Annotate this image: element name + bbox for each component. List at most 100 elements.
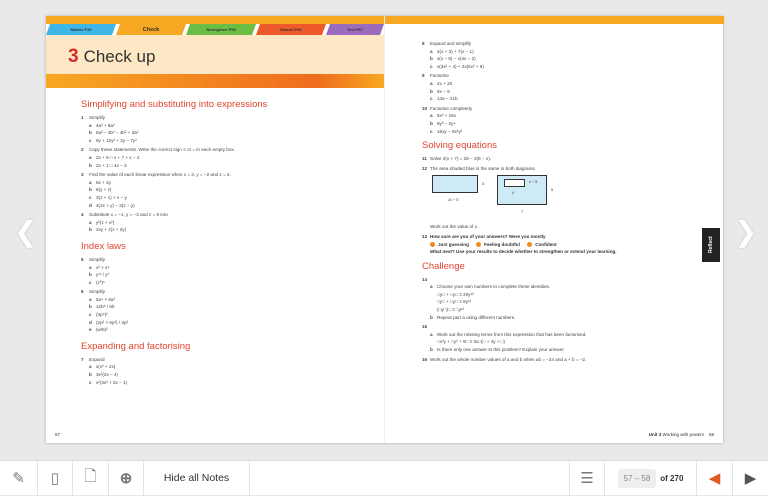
part-text: 4(2z + y) − 3(z − y) bbox=[96, 202, 135, 208]
what-next-text: What next? Use your results to decide wh… bbox=[430, 249, 617, 255]
part-label: c bbox=[430, 63, 433, 69]
q12-instruction: Work out the value of x. bbox=[430, 224, 479, 230]
question-part: b 6(y + z) bbox=[81, 186, 371, 194]
part-label: c bbox=[430, 96, 433, 102]
part-text: Is there only one answer to this problem… bbox=[437, 347, 565, 353]
part-label: b bbox=[89, 227, 92, 233]
page-range-input[interactable]: 57 – 58 bbox=[617, 468, 657, 488]
question-number: 15 bbox=[422, 324, 428, 330]
question-part: d 4(2z + y) − 3(z − y) bbox=[81, 202, 371, 210]
question-part: c x(3x² + 4) + 2x(5x² + 9) bbox=[422, 63, 622, 71]
question-part: b 2xy + z(z + 2y) bbox=[81, 226, 371, 234]
rectangle-1 bbox=[432, 175, 478, 194]
part-text: 5x + 2y bbox=[96, 179, 111, 185]
contents-list-icon[interactable]: ☰ bbox=[569, 460, 605, 496]
question-part: b Is there only one answer to this proble… bbox=[422, 346, 622, 354]
question-part: a 5a⁴ × 6a³ bbox=[81, 296, 371, 304]
question-part: c x²(3x² + 2x − 1) bbox=[81, 379, 371, 387]
question-number: 10 bbox=[422, 105, 428, 111]
part-label: a bbox=[430, 48, 433, 54]
part-label: b bbox=[430, 347, 433, 353]
right-content: 8 Expand and simplify a 4(x + 3) + 7(x − 1)… bbox=[422, 38, 622, 363]
question-part: c (3p⁴)² bbox=[81, 311, 371, 319]
tab-test[interactable]: Test P67 bbox=[326, 24, 384, 35]
part-label: a bbox=[89, 179, 92, 185]
top-strip bbox=[385, 16, 724, 24]
part-text: 6x² + 16x bbox=[437, 113, 457, 119]
part-label: a bbox=[430, 113, 433, 119]
part-label: a bbox=[430, 284, 433, 290]
question-part: a 2x + 5 □ x + 7 + x − 2 bbox=[81, 154, 371, 162]
zoom-in-icon[interactable]: ⊕ bbox=[109, 460, 144, 496]
question-text: Copy these statements. Write the correct… bbox=[89, 147, 235, 153]
page-total: of 270 bbox=[660, 473, 684, 483]
part-text: 6(y + z) bbox=[96, 187, 112, 193]
section-tabs: Master P45 Check Strengthen P59 Extend P63 T… bbox=[46, 24, 384, 35]
part-label: c bbox=[89, 279, 92, 285]
question-part: a 5x + 2y bbox=[81, 179, 371, 187]
part-text: 9y + 12y² + 2y − 7y² bbox=[96, 137, 137, 143]
part-label: a bbox=[89, 264, 92, 270]
question-part: a 4(x + 3) + 7(x − 1) bbox=[422, 48, 622, 56]
part-text: 8a² − 2b² − 4b² + 3a² bbox=[96, 130, 139, 136]
question-4: 4 Substitute x = −1, y = −3 and z = 5 int… bbox=[81, 211, 371, 219]
next-button[interactable]: ▶ bbox=[733, 461, 768, 496]
question-part: b 12b⁶ / 6b bbox=[81, 303, 371, 311]
part-label: a bbox=[89, 219, 92, 225]
sticky-note-icon[interactable]: ▯ bbox=[38, 460, 73, 496]
question-text: Substitute x = −1, y = −3 and z = 5 into bbox=[89, 212, 168, 218]
question-part: a y²(z + x²) bbox=[81, 219, 371, 227]
tab-check[interactable]: Check bbox=[116, 24, 186, 35]
question-part: b Repeat part a using different numbers. bbox=[422, 314, 622, 322]
question-text: Find the value of each linear expression… bbox=[89, 172, 231, 178]
previous-page-arrow[interactable]: ❮ bbox=[14, 215, 37, 248]
tab-strengthen[interactable]: Strengthen P59 bbox=[186, 24, 256, 35]
part-label: c bbox=[430, 128, 433, 134]
question-text: Factorise bbox=[430, 73, 449, 79]
page-icon[interactable]: 🗋 bbox=[73, 460, 109, 496]
question-7: 7 Expand bbox=[81, 356, 371, 364]
question-number: 1 bbox=[81, 115, 84, 120]
question-part: a Choose your own numbers to complete the… bbox=[422, 283, 622, 291]
question-11: 11 Solve 2(x + 7) = 28 − 3(6 − x). bbox=[422, 156, 492, 162]
part-label: b bbox=[89, 272, 92, 278]
part-label: b bbox=[89, 372, 92, 378]
section-heading: Expanding and factorising bbox=[81, 340, 191, 352]
next-page-arrow[interactable]: ❯ bbox=[734, 215, 757, 248]
question-text: Simplify bbox=[89, 289, 106, 295]
hide-notes-button[interactable]: Hide all Notes bbox=[144, 460, 250, 496]
inner-rectangle bbox=[504, 179, 525, 188]
question-part: □x²y + □y² + 9□ ≡ 3x□(□ + 4y + □) bbox=[422, 338, 622, 346]
left-page: Master P45 Check Strengthen P59 Extend P63 T… bbox=[46, 16, 384, 443]
part-text: 6x − 9 bbox=[437, 88, 450, 94]
question-part: c 9y + 12y² + 2y − 7y² bbox=[81, 137, 371, 145]
part-text: □x²y + □y² + 9□ ≡ 3x□(□ + 4y + □) bbox=[437, 339, 506, 345]
page-footer-right: Unit 3 Working with powers 58 bbox=[648, 432, 714, 437]
right-page: 8 Expand and simplify a 4(x + 3) + 7(x − 1)… bbox=[384, 16, 724, 443]
tab-extend[interactable]: Extend P63 bbox=[256, 24, 326, 35]
previous-button[interactable]: ◀ bbox=[697, 460, 733, 496]
pencil-icon[interactable]: ✎ bbox=[0, 460, 38, 496]
tab-master[interactable]: Master P45 bbox=[46, 24, 116, 35]
area-diagrams: 3 2x − 5 x − 5 4 5 7 bbox=[432, 175, 622, 221]
part-text: 2x + 5 □ x + 7 + x − 2 bbox=[96, 154, 140, 160]
part-text: (2p² × 6p³) / 3p² bbox=[96, 319, 129, 325]
part-text: 2xy + z(z + 2y) bbox=[96, 227, 127, 233]
part-text: 3(z + 1) + x − y bbox=[96, 194, 127, 200]
book-spread: Master P45 Check Strengthen P59 Extend P63 T… bbox=[46, 16, 724, 443]
question-part: a Work out the missing terms from this ex… bbox=[422, 331, 622, 339]
question-part: e (w/5)² bbox=[81, 326, 371, 334]
arrow-banner bbox=[46, 74, 384, 88]
part-label: b bbox=[430, 56, 433, 62]
question-1: 1 Simplify bbox=[81, 114, 371, 122]
part-text: Choose your own numbers to complete thes… bbox=[437, 284, 551, 290]
reflect-tab[interactable]: Reflect bbox=[702, 228, 720, 262]
part-label: d bbox=[89, 202, 92, 208]
part-label: b bbox=[430, 314, 433, 320]
question-text: Expand and simplify bbox=[430, 41, 472, 46]
question-5: 5 Simplify bbox=[81, 256, 371, 264]
part-label: a bbox=[430, 331, 433, 337]
question-number: 16 bbox=[422, 356, 428, 362]
question-part: c 14a − 21b bbox=[422, 95, 622, 103]
part-text: 4x + 20 bbox=[437, 80, 453, 86]
